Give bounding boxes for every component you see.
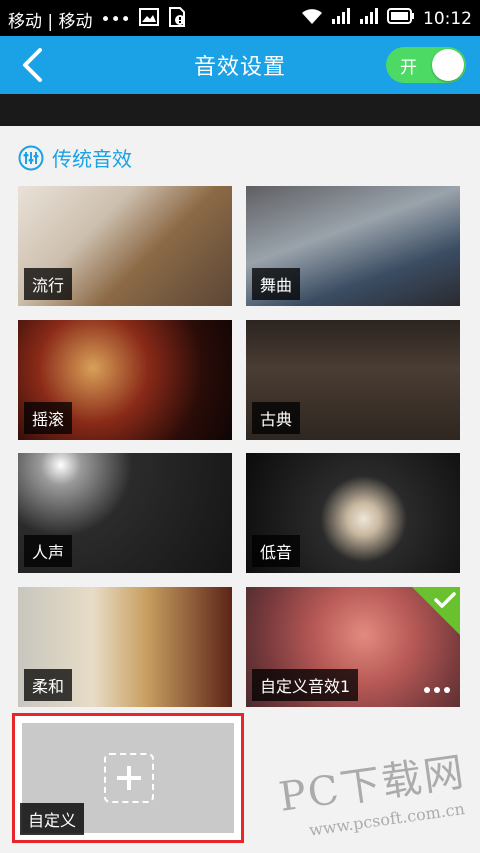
battery-icon <box>387 8 415 29</box>
preset-label: 摇滚 <box>24 402 73 434</box>
chevron-left-icon <box>23 48 42 82</box>
notification-dots: ••• <box>100 9 131 30</box>
preset-label: 柔和 <box>24 669 73 701</box>
preset-label: 舞曲 <box>252 268 301 300</box>
more-dot-icon <box>444 687 450 693</box>
toggle-label: 开 <box>400 57 417 78</box>
clock-text: 10:12 <box>423 8 472 29</box>
custom-add-label: 自定义 <box>20 803 85 835</box>
preset-card-vocal[interactable]: 人声 <box>18 453 232 573</box>
preset-card-custom-1[interactable]: 自定义音效1 <box>246 587 460 707</box>
checkmark-icon <box>434 592 456 608</box>
section-title: 传统音效 <box>52 147 132 171</box>
watermark: PC下载网 www.pcsoft.com.cn <box>277 749 469 840</box>
toggle-knob <box>432 49 464 81</box>
app-header: 音效设置 开 <box>0 36 480 94</box>
sound-effect-toggle[interactable]: 开 <box>386 47 466 83</box>
equalizer-icon <box>18 145 44 170</box>
preset-card-dance[interactable]: 舞曲 <box>246 186 460 306</box>
add-box <box>104 753 154 803</box>
header-divider-band <box>0 94 480 126</box>
add-custom-preset[interactable]: 自定义 <box>12 713 244 843</box>
more-dot-icon <box>424 687 430 693</box>
preset-label: 人声 <box>24 535 73 567</box>
back-button[interactable] <box>12 44 52 86</box>
signal-icon-2 <box>359 7 379 30</box>
file-alert-icon <box>167 7 187 32</box>
section-header: 传统音效 <box>18 143 132 172</box>
preset-label: 自定义音效1 <box>252 669 359 701</box>
carrier-text: 移动 | 移动 <box>8 12 93 32</box>
preset-card-classical[interactable]: 古典 <box>246 320 460 440</box>
preset-card-pop[interactable]: 流行 <box>18 186 232 306</box>
wifi-icon <box>301 7 323 30</box>
page-title: 音效设置 <box>193 55 286 80</box>
more-dot-icon <box>434 687 440 693</box>
preset-label: 古典 <box>252 402 301 434</box>
status-bar: 移动 | 移动 ••• 10:12 <box>0 0 480 36</box>
more-options-button[interactable] <box>424 687 450 693</box>
plus-icon <box>117 766 141 790</box>
preset-label: 流行 <box>24 268 73 300</box>
preset-label: 低音 <box>252 535 301 567</box>
signal-icon-1 <box>331 7 351 30</box>
preset-card-bass[interactable]: 低音 <box>246 453 460 573</box>
preset-card-rock[interactable]: 摇滚 <box>18 320 232 440</box>
image-notification-icon <box>138 8 159 31</box>
preset-card-soft[interactable]: 柔和 <box>18 587 232 707</box>
